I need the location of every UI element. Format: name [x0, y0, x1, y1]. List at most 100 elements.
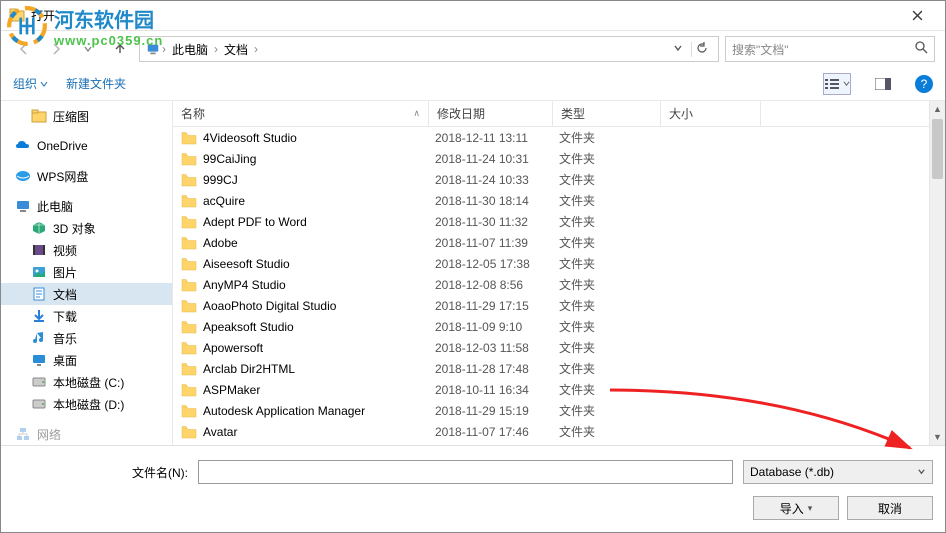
sidebar-item[interactable]: OneDrive: [1, 135, 172, 157]
file-row[interactable]: Autodesk Application Manager2018-11-29 1…: [173, 400, 929, 421]
sidebar-item[interactable]: 网络: [1, 423, 172, 445]
sidebar-item[interactable]: WPS网盘: [1, 165, 172, 187]
preview-pane-button[interactable]: [869, 73, 897, 95]
file-row[interactable]: 99CaiJing2018-11-24 10:31文件夹: [173, 148, 929, 169]
column-header-name[interactable]: 名称∧: [173, 101, 429, 126]
cancel-button[interactable]: 取消: [847, 496, 933, 520]
sidebar-item[interactable]: 此电脑: [1, 195, 172, 217]
column-header-size[interactable]: 大小: [661, 101, 761, 126]
new-folder-button[interactable]: 新建文件夹: [66, 75, 126, 92]
file-row[interactable]: Apeaksoft Studio2018-11-09 9:10文件夹: [173, 316, 929, 337]
pc-icon: [146, 42, 160, 56]
file-row[interactable]: Apowersoft2018-12-03 11:58文件夹: [173, 337, 929, 358]
sort-arrow-icon: ∧: [413, 108, 420, 119]
forward-button[interactable]: [43, 36, 69, 62]
filename-row: 文件名(N): Database (*.db): [13, 460, 933, 484]
file-name: ASPMaker: [203, 383, 435, 397]
help-button[interactable]: ?: [915, 75, 933, 93]
sidebar-item[interactable]: 本地磁盘 (D:): [1, 393, 172, 415]
file-row[interactable]: Avatar2018-11-07 17:46文件夹: [173, 421, 929, 442]
up-button[interactable]: [107, 36, 133, 62]
filename-input[interactable]: [198, 460, 733, 484]
docs-icon: [31, 286, 47, 302]
search-input[interactable]: 搜索"文档": [725, 36, 935, 62]
sidebar-item[interactable]: 视频: [1, 239, 172, 261]
file-date: 2018-12-03 11:58: [435, 341, 559, 355]
file-date: 2018-11-24 10:33: [435, 173, 559, 187]
breadcrumb-seg-pc[interactable]: 此电脑: [168, 41, 212, 58]
file-row[interactable]: 4Videosoft Studio2018-12-11 13:11文件夹: [173, 127, 929, 148]
address-bar[interactable]: › 此电脑 › 文档 ›: [139, 36, 719, 62]
file-type: 文件夹: [559, 255, 667, 272]
recent-dropdown[interactable]: [75, 36, 101, 62]
preview-pane-icon: [875, 78, 891, 90]
folder-icon: [181, 278, 197, 292]
sidebar-item[interactable]: 桌面: [1, 349, 172, 371]
download-icon: [31, 308, 47, 324]
breadcrumb-seg-docs[interactable]: 文档: [220, 41, 252, 58]
column-header-type[interactable]: 类型: [553, 101, 661, 126]
sidebar-item[interactable]: 图片: [1, 261, 172, 283]
sidebar-item-label: 视频: [53, 242, 77, 259]
file-pane: 名称∧ 修改日期 类型 大小 4Videosoft Studio2018-12-…: [173, 101, 929, 445]
sidebar-item-label: 下载: [53, 308, 77, 325]
file-type: 文件夹: [559, 402, 667, 419]
sidebar-item[interactable]: 本地磁盘 (C:): [1, 371, 172, 393]
folder-icon: [181, 383, 197, 397]
file-list[interactable]: 4Videosoft Studio2018-12-11 13:11文件夹99Ca…: [173, 127, 929, 445]
file-type: 文件夹: [559, 318, 667, 335]
sidebar-item[interactable]: 3D 对象: [1, 217, 172, 239]
file-row[interactable]: Arclab Dir2HTML2018-11-28 17:48文件夹: [173, 358, 929, 379]
file-date: 2018-11-29 17:15: [435, 299, 559, 313]
column-header-date[interactable]: 修改日期: [429, 101, 553, 126]
file-row[interactable]: ASPMaker2018-10-11 16:34文件夹: [173, 379, 929, 400]
file-row[interactable]: AnyMP4 Studio2018-12-08 8:56文件夹: [173, 274, 929, 295]
chevron-down-icon: [843, 80, 850, 87]
filetype-select[interactable]: Database (*.db): [743, 460, 933, 484]
file-row[interactable]: acQuire2018-11-30 18:14文件夹: [173, 190, 929, 211]
file-row[interactable]: 999CJ2018-11-24 10:33文件夹: [173, 169, 929, 190]
scrollbar-thumb[interactable]: [932, 119, 943, 179]
organize-button[interactable]: 组织: [13, 75, 48, 92]
vertical-scrollbar[interactable]: ▲ ▼: [929, 101, 945, 445]
back-button[interactable]: [11, 36, 37, 62]
file-name: Avatar: [203, 425, 435, 439]
refresh-icon: [696, 42, 708, 54]
scroll-up-icon[interactable]: ▲: [930, 101, 945, 117]
file-row[interactable]: AoaoPhoto Digital Studio2018-11-29 17:15…: [173, 295, 929, 316]
file-date: 2018-12-08 8:56: [435, 278, 559, 292]
close-button[interactable]: [897, 2, 937, 30]
open-button[interactable]: 导入▾: [753, 496, 839, 520]
file-type: 文件夹: [559, 171, 667, 188]
file-name: 99CaiJing: [203, 152, 435, 166]
file-name: Apowersoft: [203, 341, 435, 355]
folder-icon: [181, 194, 197, 208]
sidebar-item[interactable]: 音乐: [1, 327, 172, 349]
refresh-button[interactable]: [691, 42, 712, 57]
file-name: 4Videosoft Studio: [203, 131, 435, 145]
folder-icon: [181, 257, 197, 271]
folder-icon: [181, 320, 197, 334]
file-row[interactable]: Adobe2018-11-07 11:39文件夹: [173, 232, 929, 253]
folder-icon: [181, 299, 197, 313]
desktop-icon: [31, 352, 47, 368]
onedrive-icon: [15, 138, 31, 154]
file-date: 2018-12-05 17:38: [435, 257, 559, 271]
folder-icon: [181, 215, 197, 229]
file-row[interactable]: Aiseesoft Studio2018-12-05 17:38文件夹: [173, 253, 929, 274]
sidebar-item[interactable]: 下载: [1, 305, 172, 327]
file-type: 文件夹: [559, 339, 667, 356]
sidebar-item[interactable]: 文档: [1, 283, 172, 305]
sidebar-item-label: WPS网盘: [37, 168, 88, 185]
address-dropdown[interactable]: [669, 42, 687, 56]
file-type: 文件夹: [559, 150, 667, 167]
sidebar-item-label: 网络: [37, 426, 61, 443]
file-row[interactable]: Adept PDF to Word2018-11-30 11:32文件夹: [173, 211, 929, 232]
file-date: 2018-11-29 15:19: [435, 404, 559, 418]
sidebar-item[interactable]: 压缩图: [1, 105, 172, 127]
scroll-down-icon[interactable]: ▼: [930, 429, 945, 445]
view-mode-button[interactable]: [823, 73, 851, 95]
file-type: 文件夹: [559, 129, 667, 146]
file-name: Arclab Dir2HTML: [203, 362, 435, 376]
sidebar-item-label: 桌面: [53, 352, 77, 369]
